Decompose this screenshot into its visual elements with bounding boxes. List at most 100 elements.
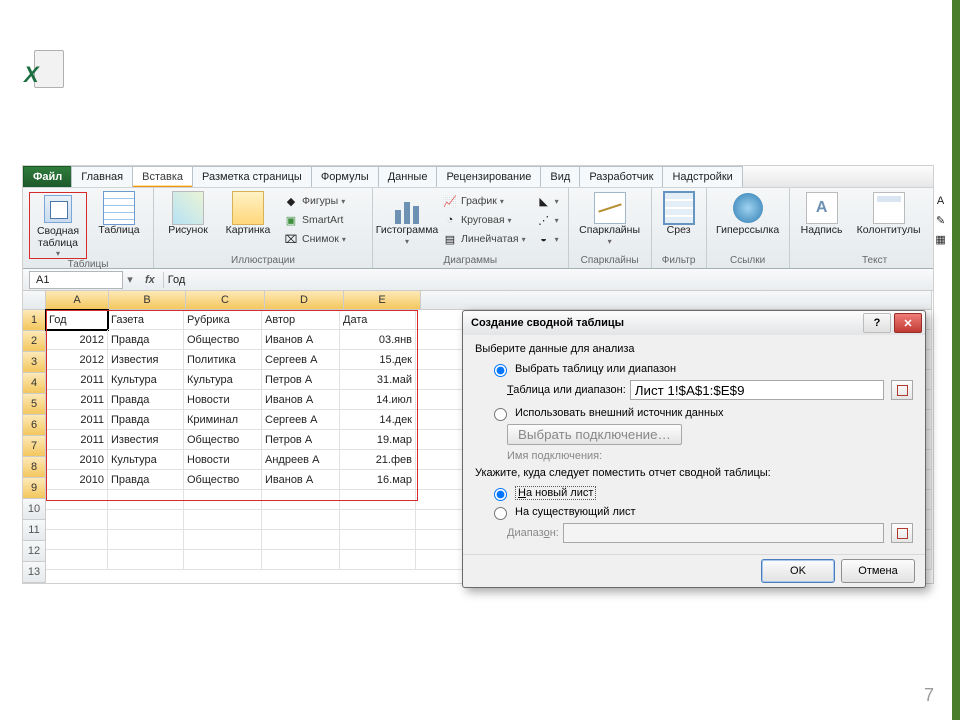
tab-insert[interactable]: Вставка xyxy=(132,166,193,187)
cell[interactable]: Газета xyxy=(108,310,184,330)
cell[interactable] xyxy=(262,530,340,550)
cell[interactable]: 2011 xyxy=(46,430,108,450)
select-all-corner[interactable] xyxy=(23,291,46,310)
header-footer-button[interactable]: Колонтитулы xyxy=(852,192,926,237)
cell[interactable] xyxy=(108,530,184,550)
cell[interactable]: Дата xyxy=(340,310,416,330)
cell[interactable] xyxy=(46,550,108,570)
tab-view[interactable]: Вид xyxy=(540,166,580,187)
cell[interactable]: Правда xyxy=(108,390,184,410)
radio-select-range-input[interactable] xyxy=(494,364,507,377)
cell[interactable]: 03.янв xyxy=(340,330,416,350)
source-range-input[interactable] xyxy=(630,380,884,400)
cell[interactable]: 21.фев xyxy=(340,450,416,470)
pie-chart-button[interactable]: ◔Круговая▾ xyxy=(439,211,529,229)
other-chart-button[interactable]: ◒▾ xyxy=(533,230,562,248)
cell[interactable] xyxy=(262,490,340,510)
area-chart-button[interactable]: ◣▾ xyxy=(533,192,562,210)
radio-new-sheet-input[interactable] xyxy=(494,488,507,501)
col-header-E[interactable]: E xyxy=(344,291,421,310)
cell[interactable]: Иванов А xyxy=(262,470,340,490)
hyperlink-button[interactable]: Гиперссылка xyxy=(713,192,783,237)
cell[interactable] xyxy=(46,530,108,550)
cell[interactable]: 14.дек xyxy=(340,410,416,430)
cell[interactable]: Иванов А xyxy=(262,390,340,410)
cell[interactable]: Общество xyxy=(184,470,262,490)
cell[interactable]: 2011 xyxy=(46,410,108,430)
formula-input[interactable]: Год xyxy=(163,272,933,288)
tab-home[interactable]: Главная xyxy=(71,166,133,187)
col-header-D[interactable]: D xyxy=(265,291,344,310)
cell[interactable] xyxy=(46,490,108,510)
col-header-C[interactable]: C xyxy=(186,291,265,310)
cell[interactable] xyxy=(184,550,262,570)
tab-review[interactable]: Рецензирование xyxy=(436,166,541,187)
cell[interactable]: Правда xyxy=(108,410,184,430)
sparklines-button[interactable]: Спарклайны▾ xyxy=(575,192,645,246)
cell[interactable]: Автор xyxy=(262,310,340,330)
cell[interactable]: Известия xyxy=(108,350,184,370)
scatter-chart-button[interactable]: ⋰▾ xyxy=(533,211,562,229)
cell[interactable]: 2011 xyxy=(46,390,108,410)
cell[interactable]: 2010 xyxy=(46,470,108,490)
textbox-button[interactable]: A Надпись xyxy=(796,192,848,237)
bar-chart-button[interactable]: ▤Линейчатая▾ xyxy=(439,230,529,248)
dialog-help-button[interactable]: ? xyxy=(863,313,891,333)
col-header-A[interactable]: A xyxy=(46,291,109,310)
pivot-table-button[interactable]: Сводная таблица ▾ xyxy=(29,192,87,259)
cell[interactable]: Культура xyxy=(184,370,262,390)
wordart-button[interactable]: A xyxy=(930,192,954,210)
cell[interactable] xyxy=(108,550,184,570)
cell[interactable] xyxy=(340,550,416,570)
fx-icon[interactable]: fx xyxy=(145,274,155,286)
cell[interactable] xyxy=(340,490,416,510)
cell[interactable]: 2011 xyxy=(46,370,108,390)
cell[interactable]: Рубрика xyxy=(184,310,262,330)
cell[interactable]: 2012 xyxy=(46,350,108,370)
table-button[interactable]: Таблица xyxy=(91,192,147,237)
cell[interactable] xyxy=(108,510,184,530)
name-box[interactable]: A1 xyxy=(29,271,123,289)
cell[interactable]: Политика xyxy=(184,350,262,370)
radio-new-sheet[interactable]: На новый лист xyxy=(489,485,913,501)
tab-formulas[interactable]: Формулы xyxy=(311,166,379,187)
cell[interactable]: Сергеев А xyxy=(262,350,340,370)
screenshot-button[interactable]: ⌧Снимок▾ xyxy=(280,230,366,248)
cell[interactable]: Петров А xyxy=(262,430,340,450)
cell[interactable]: Культура xyxy=(108,450,184,470)
tab-developer[interactable]: Разработчик xyxy=(579,166,663,187)
cell[interactable]: Год xyxy=(46,310,108,330)
cell[interactable] xyxy=(184,530,262,550)
line-chart-button[interactable]: 📈График▾ xyxy=(439,192,529,210)
tab-file[interactable]: Файл xyxy=(23,166,72,187)
cell[interactable]: 16.мар xyxy=(340,470,416,490)
shapes-button[interactable]: ◆Фигуры▾ xyxy=(280,192,366,210)
cell[interactable] xyxy=(108,490,184,510)
tab-addins[interactable]: Надстройки xyxy=(662,166,742,187)
cell[interactable]: Культура xyxy=(108,370,184,390)
ok-button[interactable]: OK xyxy=(761,559,835,583)
cancel-button[interactable]: Отмена xyxy=(841,559,915,583)
cell[interactable]: Известия xyxy=(108,430,184,450)
cell[interactable]: Общество xyxy=(184,430,262,450)
cell[interactable]: 2010 xyxy=(46,450,108,470)
dialog-close-button[interactable]: ✕ xyxy=(894,313,922,333)
cell[interactable]: Андреев А xyxy=(262,450,340,470)
cell[interactable]: Общество xyxy=(184,330,262,350)
radio-external-source-input[interactable] xyxy=(494,408,507,421)
cell[interactable] xyxy=(184,490,262,510)
cell[interactable] xyxy=(340,510,416,530)
cell[interactable]: Правда xyxy=(108,470,184,490)
cell[interactable]: Криминал xyxy=(184,410,262,430)
smartart-button[interactable]: ▣SmartArt xyxy=(280,211,366,229)
radio-existing-sheet[interactable]: На существующий лист xyxy=(489,504,913,520)
slicer-button[interactable]: Срез xyxy=(658,192,700,237)
cell[interactable]: Иванов А xyxy=(262,330,340,350)
cell[interactable]: Правда xyxy=(108,330,184,350)
cell[interactable]: 2012 xyxy=(46,330,108,350)
dialog-titlebar[interactable]: Создание сводной таблицы ? ✕ xyxy=(463,311,925,335)
dest-range-picker-button[interactable] xyxy=(891,523,913,543)
cell[interactable] xyxy=(184,510,262,530)
cell[interactable] xyxy=(340,530,416,550)
radio-external-source[interactable]: Использовать внешний источник данных xyxy=(489,405,913,421)
